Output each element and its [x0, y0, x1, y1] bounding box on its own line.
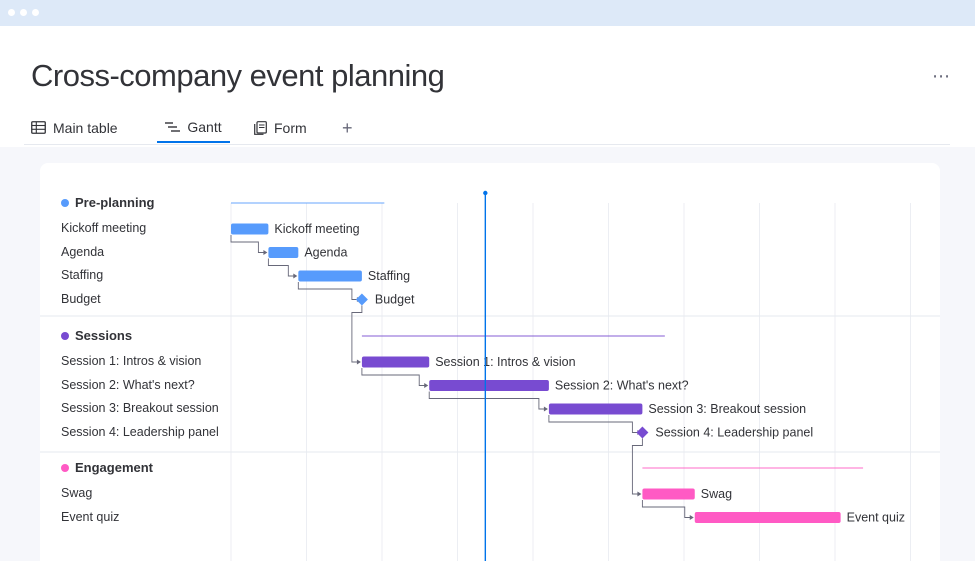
dependency-line: [428, 391, 547, 410]
table-icon: [31, 121, 46, 134]
dependency-arrow-icon: [293, 273, 298, 279]
task-row-label[interactable]: Kickoff meeting: [61, 221, 146, 235]
tab-gantt[interactable]: Gantt: [157, 112, 230, 143]
milestone-diamond-icon: [636, 426, 649, 439]
window-dot-icon: [8, 9, 15, 16]
task-bar: [642, 488, 695, 500]
group-name: Pre-planning: [75, 195, 155, 210]
group-header[interactable]: Engagement: [61, 460, 153, 475]
group-color-dot: [61, 463, 69, 472]
more-options-icon[interactable]: ⋯: [932, 66, 951, 87]
dependency-arrow-icon: [637, 491, 642, 497]
task-bar-label: Session 3: Breakout session: [648, 402, 806, 416]
task-row-label[interactable]: Swag: [61, 486, 92, 500]
tab-label: Main table: [53, 119, 118, 136]
task-row-label[interactable]: Session 2: What's next?: [61, 378, 195, 392]
dependency-line: [230, 235, 267, 253]
view-tabs: Main table Gantt Form +: [24, 112, 950, 145]
window-title-bar: [0, 0, 975, 26]
window-dot-icon: [20, 9, 27, 16]
tab-main-table[interactable]: Main table: [31, 112, 118, 143]
task-row-label[interactable]: Event quiz: [61, 510, 119, 524]
dependency-line: [548, 415, 641, 433]
gantt-card: Kickoff meeting Agenda Staffing Budget Sessi…: [40, 163, 940, 561]
task-bar: [694, 512, 841, 523]
dependency-arrow-icon: [689, 515, 694, 520]
tab-label: Form: [274, 119, 307, 136]
task-row-label[interactable]: Agenda: [61, 245, 104, 259]
task-row-label[interactable]: Session 4: Leadership panel: [61, 425, 219, 439]
task-bar-label: Session 1: Intros & vision: [435, 355, 575, 369]
tab-form[interactable]: Form: [254, 112, 307, 143]
task-bar-label: Event quiz: [847, 511, 905, 525]
task-row-label[interactable]: Staffing: [61, 268, 103, 282]
dependency-arrow-icon: [543, 406, 548, 412]
group-name: Sessions: [75, 328, 133, 343]
task-bar: [298, 270, 362, 282]
tab-label: Gantt: [187, 118, 222, 135]
task-bar-label: Kickoff meeting: [274, 222, 359, 236]
task-bar-label: Staffing: [368, 269, 410, 283]
task-bar: [268, 247, 299, 258]
task-bar-label: Agenda: [304, 246, 347, 260]
window-dot-icon: [32, 9, 39, 16]
form-icon: [254, 120, 267, 135]
group-name: Engagement: [75, 460, 154, 475]
dependency-line: [297, 282, 360, 300]
task-row-label[interactable]: Session 1: Intros & vision: [61, 354, 201, 368]
dependency-arrow-icon: [424, 383, 429, 388]
group-color-dot: [61, 331, 69, 340]
task-bar-label: Session 2: What's next?: [555, 379, 689, 393]
dependency-line: [351, 305, 363, 363]
dependency-line: [641, 500, 693, 518]
add-view-button[interactable]: +: [342, 118, 353, 139]
today-marker-dot-icon: [483, 190, 488, 196]
page-title: Cross-company event planning: [31, 58, 445, 93]
dependency-arrow-icon: [356, 359, 361, 365]
dependency-line: [267, 258, 297, 277]
task-bar: [231, 223, 269, 235]
task-bar-label: Session 4: Leadership panel: [655, 426, 813, 440]
dependency-arrow-icon: [263, 250, 268, 255]
task-row-label[interactable]: Budget: [61, 292, 101, 306]
dependency-line: [361, 368, 428, 386]
group-header[interactable]: Pre-planning: [61, 195, 154, 210]
task-bar: [548, 403, 643, 415]
milestone-diamond-icon: [355, 293, 368, 306]
task-bar: [361, 356, 430, 368]
task-row-label[interactable]: Session 3: Breakout session: [61, 401, 219, 415]
gantt-icon: [165, 121, 181, 133]
task-bar-label: Budget: [375, 293, 415, 307]
dependency-line: [631, 438, 643, 495]
task-bar-label: Swag: [701, 487, 732, 501]
group-color-dot: [61, 198, 69, 207]
task-bar: [429, 380, 549, 391]
group-header[interactable]: Sessions: [61, 328, 132, 343]
